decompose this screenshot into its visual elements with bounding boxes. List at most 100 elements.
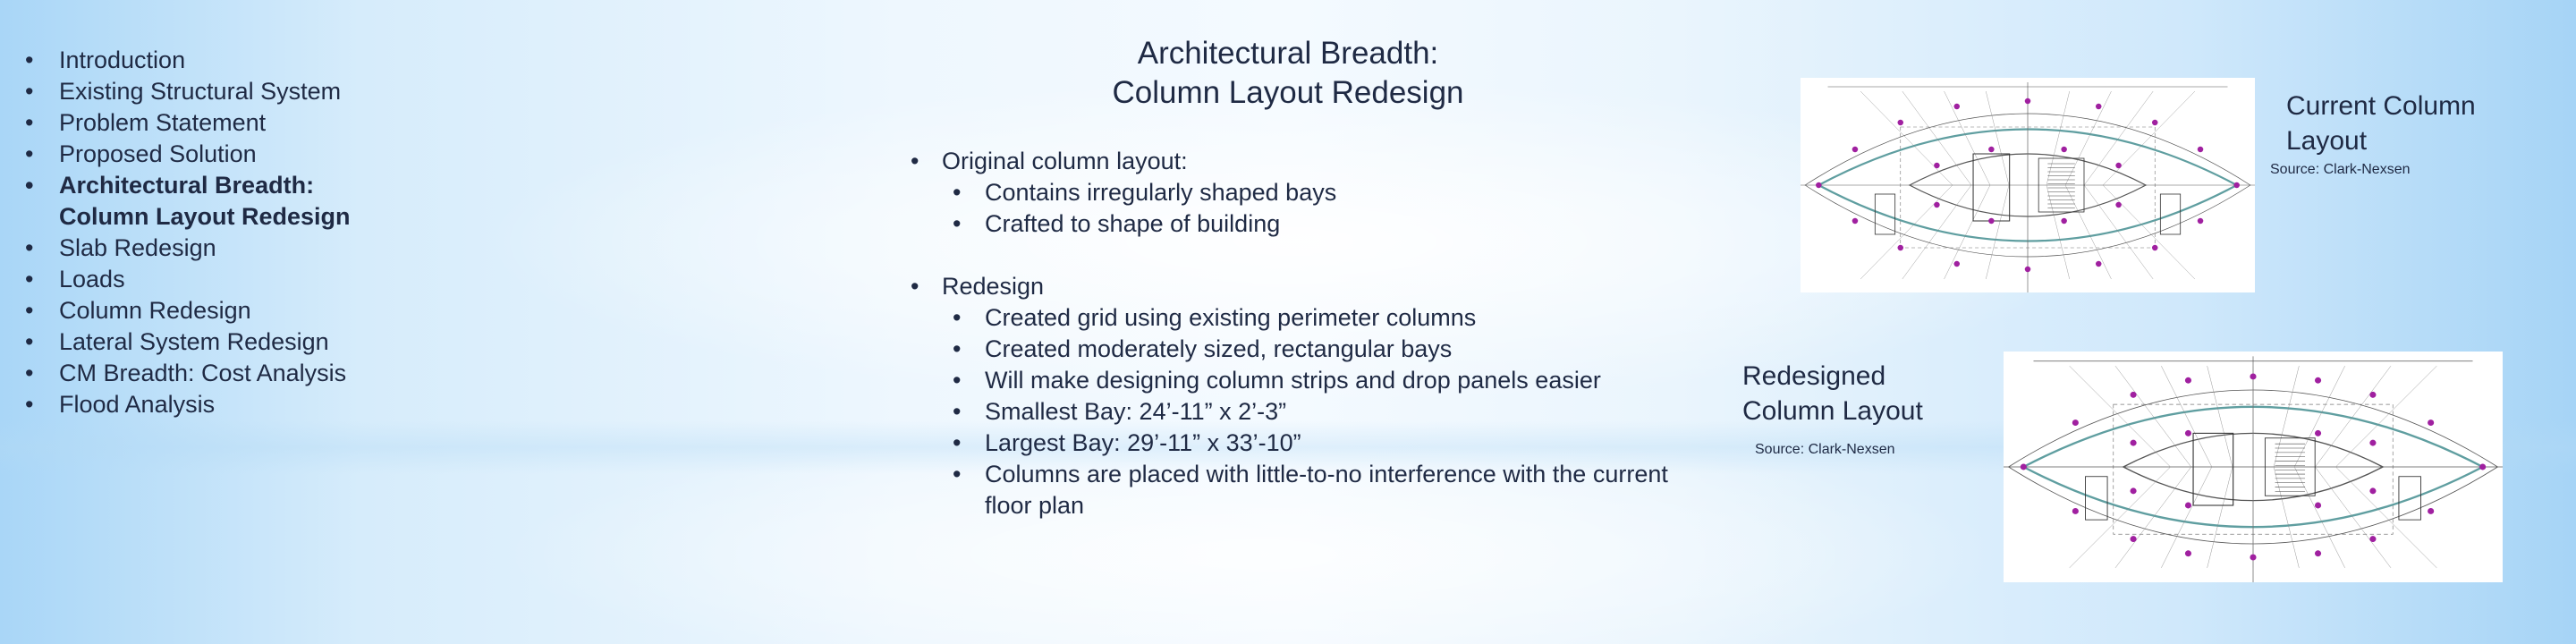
nav-item-cm-breadth[interactable]: CM Breadth: Cost Analysis — [25, 358, 351, 389]
radial-grid-line — [2064, 184, 2112, 280]
radial-grid-line — [2069, 466, 2171, 569]
column-marker — [1897, 119, 1904, 126]
column-marker — [2197, 217, 2204, 225]
bullet-item: Created grid using existing perimeter co… — [911, 302, 1691, 334]
column-marker — [2151, 244, 2158, 251]
radial-grid-line — [2083, 90, 2154, 186]
section-heading: Redesign — [911, 271, 1691, 302]
radial-grid-line — [1944, 90, 1991, 186]
nav-item-existing-structural-system[interactable]: Existing Structural System — [25, 76, 351, 107]
column-marker — [2233, 182, 2240, 189]
column-marker — [2130, 536, 2137, 543]
radial-grid-line — [1944, 184, 1991, 280]
column-marker — [1897, 244, 1904, 251]
column-marker — [2061, 217, 2067, 225]
column-marker — [2130, 391, 2137, 398]
column-marker — [2369, 439, 2377, 446]
column-marker — [1988, 217, 1995, 225]
slide-title: Architectural Breadth: Column Layout Red… — [1112, 36, 1464, 110]
bullet-item: Crafted to shape of building — [911, 208, 1691, 240]
column-marker — [2184, 550, 2192, 557]
slide-body: Original column layout: Contains irregul… — [911, 146, 1691, 521]
column-marker — [2369, 536, 2377, 543]
column-marker — [2369, 391, 2377, 398]
radial-grid-line — [1902, 184, 1972, 280]
column-marker — [2020, 463, 2027, 470]
nav-item-problem-statement[interactable]: Problem Statement — [25, 107, 351, 139]
radial-grid-line — [2315, 365, 2392, 468]
column-marker — [2151, 119, 2158, 126]
column-marker — [2314, 550, 2322, 557]
bullet-item: Columns are placed with little-to-no int… — [911, 459, 1691, 521]
nav-item-flood-analysis[interactable]: Flood Analysis — [25, 389, 351, 420]
redesigned-layout-source: Source: Clark-Nexsen — [1755, 442, 1895, 457]
radial-grid-line — [2046, 184, 2070, 280]
column-marker — [2072, 419, 2079, 426]
column-marker — [2115, 201, 2122, 208]
floor-plan-drawing — [2004, 356, 2503, 582]
column-marker — [1988, 146, 1995, 153]
bullet-item: Smallest Bay: 24’-11” x 2’-3” — [911, 396, 1691, 428]
column-marker — [1816, 182, 1822, 189]
floor-plan-drawing — [1801, 82, 2255, 292]
column-marker — [2115, 162, 2122, 169]
nav-item-proposed-solution[interactable]: Proposed Solution — [25, 139, 351, 170]
column-marker — [2184, 377, 2192, 384]
column-marker — [2095, 260, 2102, 267]
column-marker — [2314, 377, 2322, 384]
outline-nav: Introduction Existing Structural System … — [25, 45, 351, 420]
radial-grid-line — [2114, 466, 2191, 569]
nav-item-column-redesign[interactable]: Column Redesign — [25, 295, 351, 326]
column-marker — [2197, 146, 2204, 153]
column-marker — [2095, 103, 2102, 110]
nav-item-architectural-breadth[interactable]: Architectural Breadth:Column Layout Rede… — [25, 170, 351, 233]
radial-grid-line — [2064, 90, 2112, 186]
current-layout-caption: Current Column Layout — [2286, 91, 2476, 156]
nav-item-loads[interactable]: Loads — [25, 264, 351, 295]
radial-grid-line — [2273, 466, 2300, 568]
radial-grid-line — [1860, 184, 1953, 280]
radial-grid-line — [2046, 90, 2070, 186]
column-marker — [2250, 554, 2257, 561]
column-marker — [1953, 103, 1961, 110]
bullet-item: Contains irregularly shaped bays — [911, 177, 1691, 208]
column-marker — [2184, 429, 2192, 436]
spacer — [911, 240, 1691, 271]
radial-grid-line — [1902, 90, 1972, 186]
column-marker — [1934, 201, 1940, 208]
radial-grid-line — [2315, 466, 2392, 569]
nav-item-introduction[interactable]: Introduction — [25, 45, 351, 76]
column-marker — [2369, 487, 2377, 495]
column-marker — [2428, 508, 2435, 514]
radial-grid-line — [1860, 90, 1953, 186]
column-marker — [1934, 162, 1940, 169]
section-heading: Original column layout: — [911, 146, 1691, 177]
column-marker — [2024, 97, 2031, 105]
column-marker — [2130, 439, 2137, 446]
column-marker — [2024, 266, 2031, 273]
bullet-item: Largest Bay: 29’-11” x 33’-10” — [911, 428, 1691, 459]
radial-grid-line — [2207, 366, 2233, 468]
radial-grid-line — [2069, 365, 2171, 468]
column-marker — [2061, 146, 2067, 153]
current-column-layout-image — [1801, 78, 2255, 292]
bullet-item: Created moderately sized, rectangular ba… — [911, 334, 1691, 365]
redesigned-layout-caption: Redesigned Column Layout — [1742, 361, 1923, 426]
current-layout-source: Source: Clark-Nexsen — [2270, 162, 2411, 177]
radial-grid-line — [2273, 366, 2300, 468]
column-marker — [2314, 429, 2322, 436]
column-marker — [2250, 373, 2257, 380]
radial-grid-line — [2083, 184, 2154, 280]
column-marker — [2184, 502, 2192, 509]
column-marker — [2479, 463, 2487, 470]
column-marker — [2130, 487, 2137, 495]
column-marker — [1852, 217, 1859, 225]
nav-item-slab-redesign[interactable]: Slab Redesign — [25, 233, 351, 264]
column-marker — [1953, 260, 1961, 267]
radial-grid-line — [1986, 184, 2010, 280]
column-marker — [2072, 508, 2079, 514]
column-marker — [2428, 419, 2435, 426]
radial-grid-line — [1986, 90, 2010, 186]
redesigned-column-layout-image — [2004, 352, 2503, 582]
nav-item-lateral-system-redesign[interactable]: Lateral System Redesign — [25, 326, 351, 358]
